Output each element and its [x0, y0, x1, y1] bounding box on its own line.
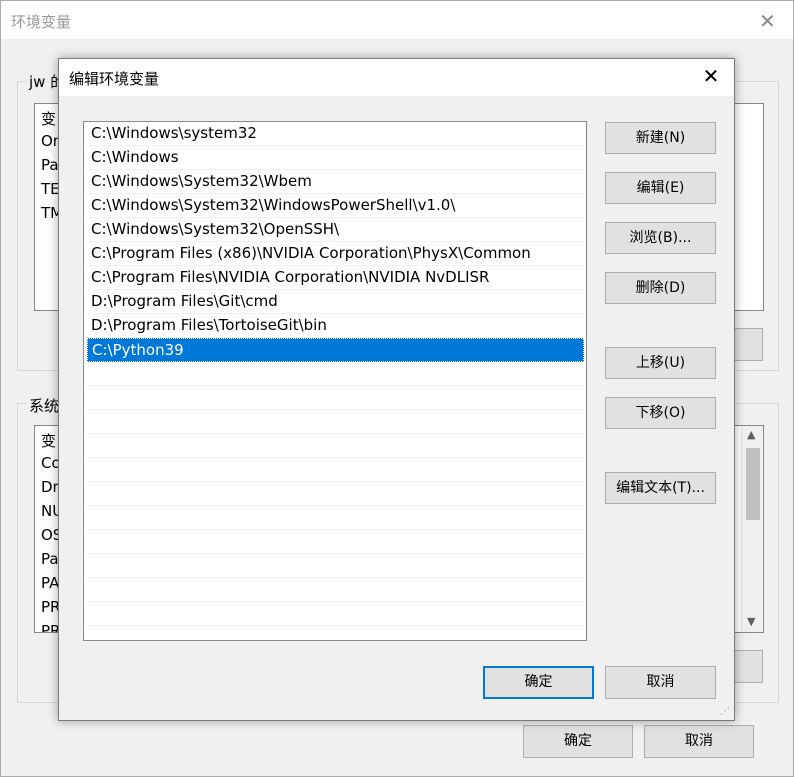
empty-row[interactable] [87, 506, 584, 530]
resize-grip-icon[interactable]: ⋰ [720, 706, 732, 718]
empty-row[interactable] [87, 458, 584, 482]
empty-row[interactable] [87, 386, 584, 410]
scrollbar-thumb[interactable] [746, 448, 760, 520]
empty-row[interactable] [87, 530, 584, 554]
move-down-button[interactable]: 下移(O) [605, 397, 716, 429]
path-item[interactable]: C:\Windows\system32 [87, 122, 584, 146]
empty-row[interactable] [87, 434, 584, 458]
close-icon[interactable]: ✕ [700, 65, 722, 87]
path-item[interactable]: D:\Program Files\TortoiseGit\bin [87, 314, 584, 338]
parent-close-icon[interactable]: ✕ [759, 9, 779, 33]
empty-row[interactable] [87, 554, 584, 578]
system-list-item[interactable]: Pa [41, 550, 59, 568]
empty-row[interactable] [87, 578, 584, 602]
system-variable-button[interactable] [731, 650, 763, 683]
parent-window-title: 环境变量 [11, 13, 72, 31]
system-list-item[interactable]: Dr [41, 478, 59, 496]
path-item[interactable]: C:\Windows\System32\Wbem [87, 170, 584, 194]
user-list-item[interactable]: Pa [41, 156, 59, 174]
edit-text-button[interactable]: 编辑文本(T)... [605, 472, 716, 504]
user-variable-button[interactable] [731, 328, 763, 361]
system-list-item[interactable]: PA [41, 574, 59, 592]
move-up-button[interactable]: 上移(U) [605, 347, 716, 379]
dialog-titlebar: 编辑环境变量 ✕ [59, 59, 734, 96]
ok-button[interactable]: 确定 [483, 666, 594, 699]
path-item[interactable]: C:\Windows\System32\OpenSSH\ [87, 218, 584, 242]
path-item[interactable]: C:\Windows [87, 146, 584, 170]
parent-cancel-button[interactable]: 取消 [644, 725, 754, 758]
empty-row[interactable] [87, 410, 584, 434]
empty-row[interactable] [87, 362, 584, 386]
path-item[interactable]: C:\Windows\System32\WindowsPowerShell\v1… [87, 194, 584, 218]
cancel-button[interactable]: 取消 [605, 666, 716, 699]
scroll-down-icon[interactable]: ▼ [747, 615, 755, 628]
empty-row[interactable] [87, 602, 584, 626]
delete-button[interactable]: 删除(D) [605, 272, 716, 304]
path-item-selected[interactable]: C:\Python39 [87, 338, 584, 362]
path-item[interactable]: C:\Program Files (x86)\NVIDIA Corporatio… [87, 242, 584, 266]
user-list-item[interactable]: TE [41, 180, 60, 198]
empty-row[interactable] [87, 626, 584, 640]
edit-environment-variable-dialog: 编辑环境变量 ✕ C:\Windows\system32 C:\Windows … [58, 58, 735, 721]
empty-row[interactable] [87, 482, 584, 506]
path-list[interactable]: C:\Windows\system32 C:\Windows C:\Window… [83, 121, 587, 641]
system-variables-label: 系统 [27, 395, 62, 416]
path-item[interactable]: D:\Program Files\Git\cmd [87, 290, 584, 314]
new-button[interactable]: 新建(N) [605, 122, 716, 154]
user-list-header: 变 [41, 110, 57, 128]
system-list-header: 变 [41, 432, 57, 450]
scroll-up-icon[interactable]: ▲ [747, 428, 755, 441]
browse-button[interactable]: 浏览(B)... [605, 222, 716, 254]
parent-titlebar: 环境变量 ✕ [1, 1, 793, 39]
edit-button[interactable]: 编辑(E) [605, 172, 716, 204]
system-list-scrollbar[interactable]: ▲ ▼ [741, 426, 763, 632]
path-item[interactable]: C:\Program Files\NVIDIA Corporation\NVID… [87, 266, 584, 290]
dialog-title: 编辑环境变量 [69, 70, 160, 88]
parent-ok-button[interactable]: 确定 [523, 725, 633, 758]
